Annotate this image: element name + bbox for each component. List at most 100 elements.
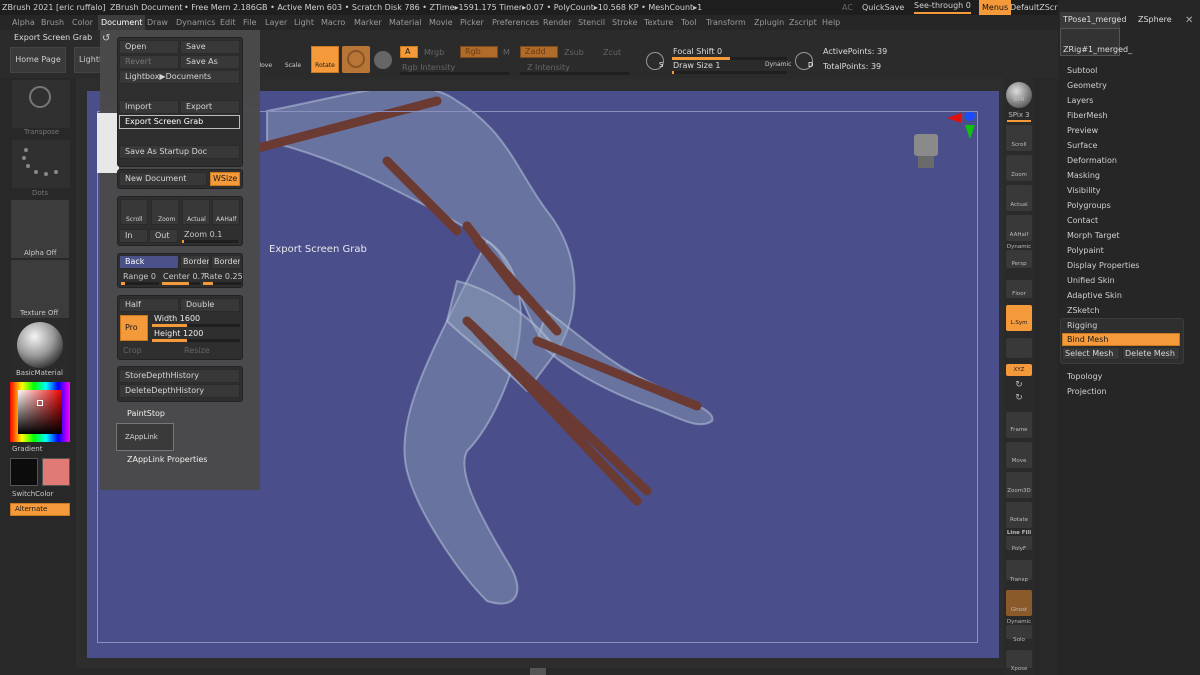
- morph-target-menu[interactable]: Morph Target: [1067, 231, 1120, 240]
- rate-track[interactable]: [203, 282, 241, 285]
- menu-picker[interactable]: Picker: [460, 15, 484, 30]
- adaptive-skin-menu[interactable]: Adaptive Skin: [1067, 291, 1122, 300]
- export-screen-grab-button[interactable]: Export Screen Grab: [119, 115, 240, 129]
- menu-material[interactable]: Material: [389, 15, 422, 30]
- select-mesh-button[interactable]: Select Mesh: [1062, 347, 1120, 360]
- menu-edit[interactable]: Edit: [220, 15, 236, 30]
- zsketch-menu[interactable]: ZSketch: [1067, 306, 1099, 315]
- save-as-button[interactable]: Save As: [180, 55, 240, 69]
- tool-name-1[interactable]: TPose1_merged: [1063, 15, 1126, 24]
- menu-tool[interactable]: Tool: [681, 15, 697, 30]
- height-track[interactable]: [152, 339, 240, 342]
- color-picker-square[interactable]: [18, 390, 62, 434]
- primary-color-swatch[interactable]: [10, 458, 38, 486]
- menu-color[interactable]: Color: [72, 15, 93, 30]
- menu-transform[interactable]: Transform: [706, 15, 746, 30]
- geometry-menu[interactable]: Geometry: [1067, 81, 1107, 90]
- import-button[interactable]: Import: [119, 100, 179, 114]
- menu-marker[interactable]: Marker: [354, 15, 382, 30]
- zoom-slider[interactable]: Zoom 0.1: [184, 230, 222, 239]
- texture-sphere-icon[interactable]: [374, 51, 392, 69]
- polygroups-menu[interactable]: Polygroups: [1067, 201, 1111, 210]
- save-button[interactable]: Save: [180, 40, 240, 54]
- fibermesh-menu[interactable]: FiberMesh: [1067, 111, 1108, 120]
- focal-shift-track[interactable]: [672, 57, 787, 60]
- zapplink-button[interactable]: ZAppLink: [116, 423, 174, 451]
- menu-dynamics[interactable]: Dynamics: [176, 15, 215, 30]
- bind-mesh-button[interactable]: Bind Mesh: [1062, 333, 1180, 346]
- draw-size-track[interactable]: [672, 71, 787, 74]
- preview-menu[interactable]: Preview: [1067, 126, 1098, 135]
- close-icon[interactable]: ✕: [1185, 15, 1193, 26]
- tool-name-2[interactable]: ZSphere: [1138, 15, 1172, 24]
- rotate-axis-icon[interactable]: ↻: [1004, 380, 1034, 390]
- rgb-toggle[interactable]: Rgb: [460, 46, 498, 58]
- height-slider[interactable]: Height 1200: [154, 329, 203, 338]
- wsize-button[interactable]: WSize: [210, 172, 240, 186]
- menu-zplugin[interactable]: Zplugin: [754, 15, 784, 30]
- zoom-in-button[interactable]: In: [119, 229, 148, 243]
- menu-file[interactable]: File: [243, 15, 256, 30]
- range-track[interactable]: [121, 282, 159, 285]
- quicksave-button[interactable]: QuickSave: [862, 0, 904, 15]
- rate-slider[interactable]: Rate 0.25: [204, 272, 243, 281]
- color-picker[interactable]: [10, 382, 70, 442]
- menus-toggle[interactable]: Menus: [979, 0, 1012, 15]
- frame-icon[interactable]: [1006, 412, 1032, 438]
- alternate-button[interactable]: Alternate: [10, 503, 70, 516]
- rotate-icon[interactable]: [1006, 502, 1032, 528]
- export-button[interactable]: Export: [180, 100, 240, 114]
- scale-tool-button[interactable]: Scale: [280, 46, 306, 73]
- projection-menu[interactable]: Projection: [1067, 387, 1107, 396]
- rotate-axis2-icon[interactable]: ↻: [1004, 393, 1034, 403]
- mrgb-toggle[interactable]: Mrgb: [424, 48, 444, 57]
- m-toggle[interactable]: M: [503, 48, 510, 57]
- half-button[interactable]: Half: [119, 298, 179, 312]
- dots-stroke-button[interactable]: [12, 140, 70, 188]
- new-document-button[interactable]: New Document: [119, 172, 207, 186]
- border2-color-button[interactable]: Border2: [211, 255, 241, 269]
- scroll-button[interactable]: Scroll: [120, 199, 148, 225]
- bpr-icon[interactable]: [1006, 82, 1032, 108]
- menu-help[interactable]: Help: [822, 15, 840, 30]
- open-button[interactable]: Open: [119, 40, 179, 54]
- a-toggle[interactable]: A: [400, 46, 418, 58]
- zadd-toggle[interactable]: Zadd: [520, 46, 558, 58]
- back-color-button[interactable]: Back: [119, 255, 179, 269]
- menu-draw[interactable]: Draw: [147, 15, 168, 30]
- actual-button[interactable]: Actual: [182, 199, 210, 225]
- zsub-toggle[interactable]: Zsub: [564, 48, 584, 57]
- topology-menu[interactable]: Topology: [1067, 372, 1102, 381]
- zoom-slider-track[interactable]: [182, 240, 238, 243]
- surface-menu[interactable]: Surface: [1067, 141, 1097, 150]
- rgb-intensity-track[interactable]: [400, 72, 510, 75]
- masking-menu[interactable]: Masking: [1067, 171, 1100, 180]
- menu-stroke[interactable]: Stroke: [612, 15, 638, 30]
- pro-toggle[interactable]: Pro: [120, 315, 148, 341]
- center-track[interactable]: [162, 282, 200, 285]
- subtool-menu[interactable]: Subtool: [1067, 66, 1097, 75]
- color-picker-cursor[interactable]: [37, 400, 43, 406]
- pin-icon[interactable]: ↺: [102, 33, 110, 44]
- menu-light[interactable]: Light: [294, 15, 314, 30]
- focal-shift-slider[interactable]: Focal Shift 0: [673, 47, 722, 56]
- store-depth-history-button[interactable]: StoreDepthHistory: [119, 369, 240, 383]
- unified-skin-menu[interactable]: Unified Skin: [1067, 276, 1115, 285]
- polypaint-menu[interactable]: Polypaint: [1067, 246, 1104, 255]
- menu-movie[interactable]: Movie: [429, 15, 453, 30]
- resize-button[interactable]: Resize: [184, 346, 210, 355]
- menu-alpha[interactable]: Alpha: [12, 15, 35, 30]
- lsym-icon[interactable]: [1006, 305, 1032, 331]
- menu-layer[interactable]: Layer: [265, 15, 287, 30]
- lightbox-documents-button[interactable]: Lightbox▶Documents: [119, 70, 240, 84]
- z-intensity-slider[interactable]: Z Intensity: [527, 63, 570, 72]
- gradient-toggle[interactable]: Gradient: [12, 445, 42, 453]
- revert-button[interactable]: Revert: [119, 55, 179, 69]
- delete-mesh-button[interactable]: Delete Mesh: [1122, 347, 1180, 360]
- menu-texture[interactable]: Texture: [644, 15, 673, 30]
- rgb-intensity-slider[interactable]: Rgb Intensity: [402, 63, 455, 72]
- material-sphere-button[interactable]: [342, 46, 370, 73]
- menu-macro[interactable]: Macro: [321, 15, 345, 30]
- rigging-menu[interactable]: Rigging: [1067, 321, 1097, 330]
- home-page-button[interactable]: Home Page: [10, 47, 66, 73]
